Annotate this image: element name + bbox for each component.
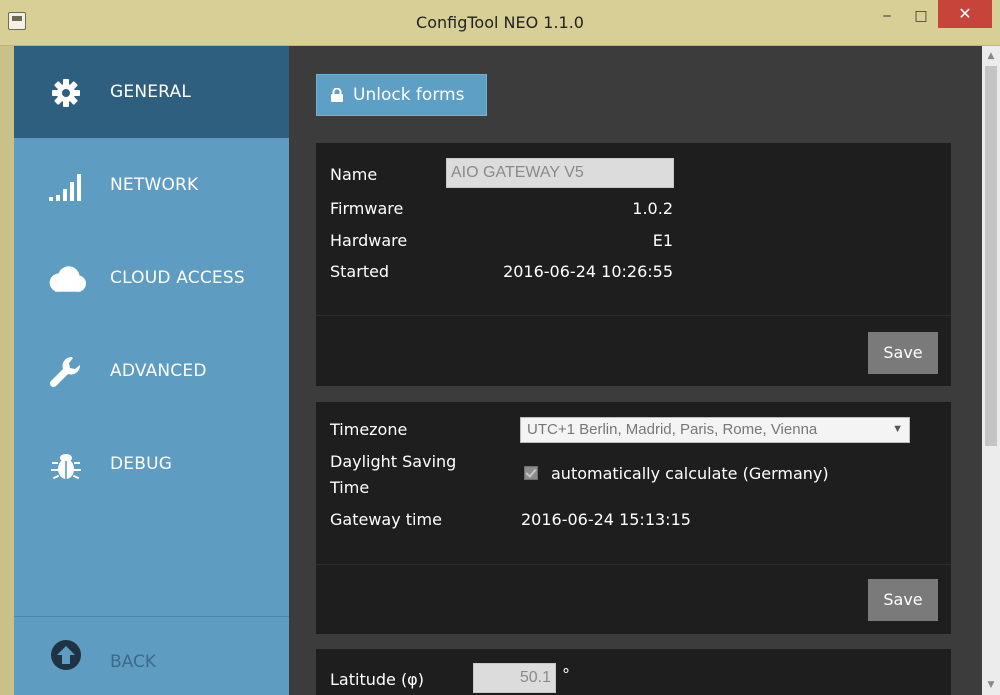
sidebar-item-label: CLOUD ACCESS [110,268,245,288]
window-title: ConfigTool NEO 1.1.0 [416,13,584,32]
started-label: Started [330,262,390,281]
timezone-selected-value: UTC+1 Berlin, Madrid, Paris, Rome, Vienn… [527,421,818,438]
unlock-forms-label: Unlock forms [353,85,465,105]
dst-label-line2: Time [330,478,370,497]
card-divider [316,564,951,565]
sidebar-item-debug[interactable]: DEBUG [14,418,289,510]
vertical-scrollbar[interactable]: ▲ ▼ [982,46,1000,695]
sidebar-item-label: NETWORK [110,175,199,195]
bug-icon [46,448,86,482]
time-settings-card: Timezone UTC+1 Berlin, Madrid, Paris, Ro… [316,402,951,634]
scroll-down-arrow-icon[interactable]: ▼ [982,677,1000,693]
sidebar-item-network[interactable]: NETWORK [14,139,289,231]
sidebar-item-label: GENERAL [110,82,191,102]
title-bar: ConfigTool NEO 1.1.0 ‒ □ ✕ [0,0,1000,46]
close-button[interactable]: ✕ [938,0,992,28]
hardware-label: Hardware [330,231,408,250]
back-button[interactable]: BACK [14,616,289,695]
gateway-time-value: 2016-06-24 15:13:15 [521,510,691,529]
name-label: Name [330,165,378,184]
gear-icon [46,76,86,110]
timezone-label: Timezone [330,420,408,439]
sidebar-item-general[interactable]: GENERAL [14,46,289,138]
card-divider [316,315,951,316]
sidebar-item-label: DEBUG [110,454,173,474]
hardware-value: E1 [652,231,673,250]
dst-checkbox[interactable] [524,466,538,480]
wrench-icon [46,355,86,389]
scroll-up-arrow-icon[interactable]: ▲ [982,48,1000,64]
back-label: BACK [110,652,157,672]
latitude-field[interactable]: 50.1 [473,663,556,693]
started-value: 2016-06-24 10:26:55 [503,262,673,281]
location-card: Latitude (φ) 50.1 ° [316,649,951,695]
timezone-select[interactable]: UTC+1 Berlin, Madrid, Paris, Rome, Vienn… [520,417,910,443]
cloud-icon [46,262,86,296]
latitude-unit: ° [562,665,570,684]
dst-checkbox-label: automatically calculate (Germany) [551,464,829,483]
lock-icon [331,88,343,102]
chevron-down-icon: ▼ [892,423,903,435]
maximize-button[interactable]: □ [906,4,936,28]
minimize-button[interactable]: ‒ [872,4,902,28]
dst-label-line1: Daylight Saving [330,452,457,471]
sidebar-item-label: ADVANCED [110,361,207,381]
sidebar-item-advanced[interactable]: ADVANCED [14,325,289,417]
sidebar: GENERAL NETWORK CLOUD ACCESS ADVANCED DE… [14,46,289,695]
firmware-label: Firmware [330,199,404,218]
name-field[interactable]: AIO GATEWAY V5 [446,158,674,188]
unlock-forms-button[interactable]: Unlock forms [316,74,487,116]
signal-bars-icon [46,169,86,203]
scrollbar-thumb[interactable] [985,66,997,446]
save-device-button[interactable]: Save [868,332,938,374]
save-time-button[interactable]: Save [868,579,938,621]
arrow-up-circle-icon [50,639,82,671]
latitude-label: Latitude (φ) [330,670,424,689]
device-info-card: Name AIO GATEWAY V5 Firmware 1.0.2 Hardw… [316,143,951,386]
firmware-value: 1.0.2 [632,199,673,218]
main-content: Unlock forms Name AIO GATEWAY V5 Firmwar… [289,46,982,695]
gateway-time-label: Gateway time [330,510,442,529]
sidebar-item-cloud-access[interactable]: CLOUD ACCESS [14,232,289,324]
